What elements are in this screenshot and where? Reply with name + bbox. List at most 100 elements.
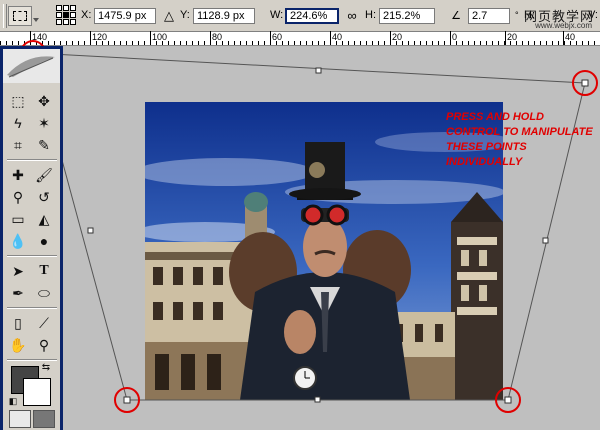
- ref-point[interactable]: [70, 5, 76, 11]
- eyedropper-tool-icon[interactable]: ⟋: [33, 313, 55, 333]
- ruler-minor-tick: [0, 41, 1, 45]
- tool-preset-picker[interactable]: [8, 6, 32, 26]
- ruler-minor-tick: [486, 41, 487, 45]
- ruler-minor-tick: [588, 41, 589, 45]
- ref-point-center[interactable]: [63, 12, 69, 18]
- ruler-minor-tick: [594, 41, 595, 45]
- ruler-minor-tick: [150, 41, 151, 45]
- y-label: Y:: [180, 9, 190, 21]
- swap-colors-icon[interactable]: ⇆: [39, 361, 53, 375]
- healing-brush-tool-icon[interactable]: ✚: [7, 165, 29, 185]
- reference-point-locator[interactable]: [56, 5, 76, 25]
- ruler-minor-tick: [18, 41, 19, 45]
- ruler-minor-tick: [6, 41, 7, 45]
- zoom-tool-icon[interactable]: ⚲: [33, 335, 55, 355]
- ruler-minor-tick: [102, 41, 103, 45]
- default-colors-icon[interactable]: ◧: [7, 395, 19, 407]
- ref-point[interactable]: [70, 19, 76, 25]
- ruler-minor-tick: [330, 41, 331, 45]
- quick-mask-mode-button[interactable]: [33, 410, 55, 428]
- standard-mode-button[interactable]: [9, 410, 31, 428]
- ruler-minor-tick: [474, 41, 475, 45]
- crop-tool-icon[interactable]: ⌗: [7, 135, 29, 155]
- pen-tool-icon[interactable]: ✒: [7, 283, 29, 303]
- clone-stamp-tool-icon[interactable]: ⚲: [7, 187, 29, 207]
- feather-icon: [7, 56, 55, 78]
- ruler-minor-tick: [360, 41, 361, 45]
- ruler-minor-tick: [492, 41, 493, 45]
- tool-preset-dropdown[interactable]: [31, 6, 41, 24]
- ruler-minor-tick: [324, 41, 325, 45]
- ruler-minor-tick: [480, 41, 481, 45]
- blur-tool-icon[interactable]: 💧: [7, 231, 29, 251]
- ruler-minor-tick: [450, 41, 451, 45]
- tools-separator: [7, 307, 57, 309]
- ruler-minor-tick: [372, 41, 373, 45]
- ruler-minor-tick: [180, 41, 181, 45]
- ref-point[interactable]: [56, 12, 62, 18]
- ruler-minor-tick: [408, 41, 409, 45]
- ruler-minor-tick: [228, 41, 229, 45]
- ruler-minor-tick: [432, 41, 433, 45]
- ref-point[interactable]: [63, 19, 69, 25]
- width-scale-field[interactable]: 224.6%: [285, 8, 339, 24]
- ruler-minor-tick: [54, 41, 55, 45]
- hand-tool-icon[interactable]: ✋: [7, 335, 29, 355]
- slice-tool-icon[interactable]: ✎: [33, 135, 55, 155]
- ruler-minor-tick: [546, 41, 547, 45]
- ruler-minor-tick: [516, 41, 517, 45]
- ruler-minor-tick: [348, 41, 349, 45]
- ruler-minor-tick: [210, 41, 211, 45]
- path-selection-tool-icon[interactable]: ➤: [7, 261, 29, 281]
- lasso-tool-icon[interactable]: ϟ: [7, 113, 29, 133]
- history-brush-tool-icon[interactable]: ↺: [33, 187, 55, 207]
- photoshop-feather-logo[interactable]: [3, 49, 60, 83]
- ruler-minor-tick: [438, 41, 439, 45]
- tools-panel: ⬚ ✥ ϟ ✶ ⌗ ✎ ✚ 🖌 ⚲ ↺ ▭ ◭ 💧 ● ➤ T ✒ ⬭ ▯ ⟋ …: [0, 46, 63, 430]
- ref-point[interactable]: [56, 19, 62, 25]
- ruler-minor-tick: [300, 41, 301, 45]
- ruler-minor-tick: [108, 41, 109, 45]
- y-position-field[interactable]: 1128.9 px: [193, 8, 255, 24]
- ruler-minor-tick: [216, 41, 217, 45]
- move-tool-icon[interactable]: ✥: [33, 91, 55, 111]
- ruler-minor-tick: [498, 41, 499, 45]
- marquee-tool-icon[interactable]: ⬚: [7, 91, 29, 111]
- options-bar-grip[interactable]: [3, 4, 7, 28]
- ruler-minor-tick: [240, 41, 241, 45]
- ruler-minor-tick: [222, 41, 223, 45]
- dodge-tool-icon[interactable]: ●: [33, 231, 55, 251]
- paint-bucket-tool-icon[interactable]: ◭: [33, 209, 55, 229]
- ruler-minor-tick: [30, 41, 31, 45]
- x-position-field[interactable]: 1475.9 px: [94, 8, 156, 24]
- height-scale-field[interactable]: 215.2%: [379, 8, 435, 24]
- ruler-minor-tick: [336, 41, 337, 45]
- ruler-minor-tick: [396, 41, 397, 45]
- shape-tool-icon[interactable]: ⬭: [33, 283, 55, 303]
- ruler-minor-tick: [456, 41, 457, 45]
- notes-tool-icon[interactable]: ▯: [7, 313, 29, 333]
- ruler-minor-tick: [534, 41, 535, 45]
- ruler-minor-tick: [294, 41, 295, 45]
- horizontal-ruler[interactable]: 140 120 100 80 60 40 20 0 20 40: [0, 31, 600, 46]
- brush-tool-icon[interactable]: 🖌: [33, 165, 55, 185]
- w-label: W:: [270, 9, 284, 21]
- background-color-swatch[interactable]: [23, 378, 51, 406]
- magic-wand-tool-icon[interactable]: ✶: [33, 113, 55, 133]
- eraser-tool-icon[interactable]: ▭: [7, 209, 29, 229]
- ruler-minor-tick: [276, 41, 277, 45]
- ruler-minor-tick: [168, 41, 169, 45]
- ref-point[interactable]: [63, 5, 69, 11]
- ref-point[interactable]: [70, 12, 76, 18]
- type-tool-icon[interactable]: T: [33, 261, 55, 281]
- relative-position-icon[interactable]: △: [162, 8, 176, 24]
- ruler-minor-tick: [234, 41, 235, 45]
- rotate-angle-field[interactable]: 2.7: [468, 8, 510, 24]
- link-icon[interactable]: ∞: [345, 8, 359, 24]
- ruler-minor-tick: [96, 41, 97, 45]
- ref-point[interactable]: [56, 5, 62, 11]
- ruler-minor-tick: [444, 41, 445, 45]
- ruler-minor-tick: [198, 41, 199, 45]
- ruler-minor-tick: [282, 41, 283, 45]
- rotate-angle-icon: ∠: [451, 10, 461, 22]
